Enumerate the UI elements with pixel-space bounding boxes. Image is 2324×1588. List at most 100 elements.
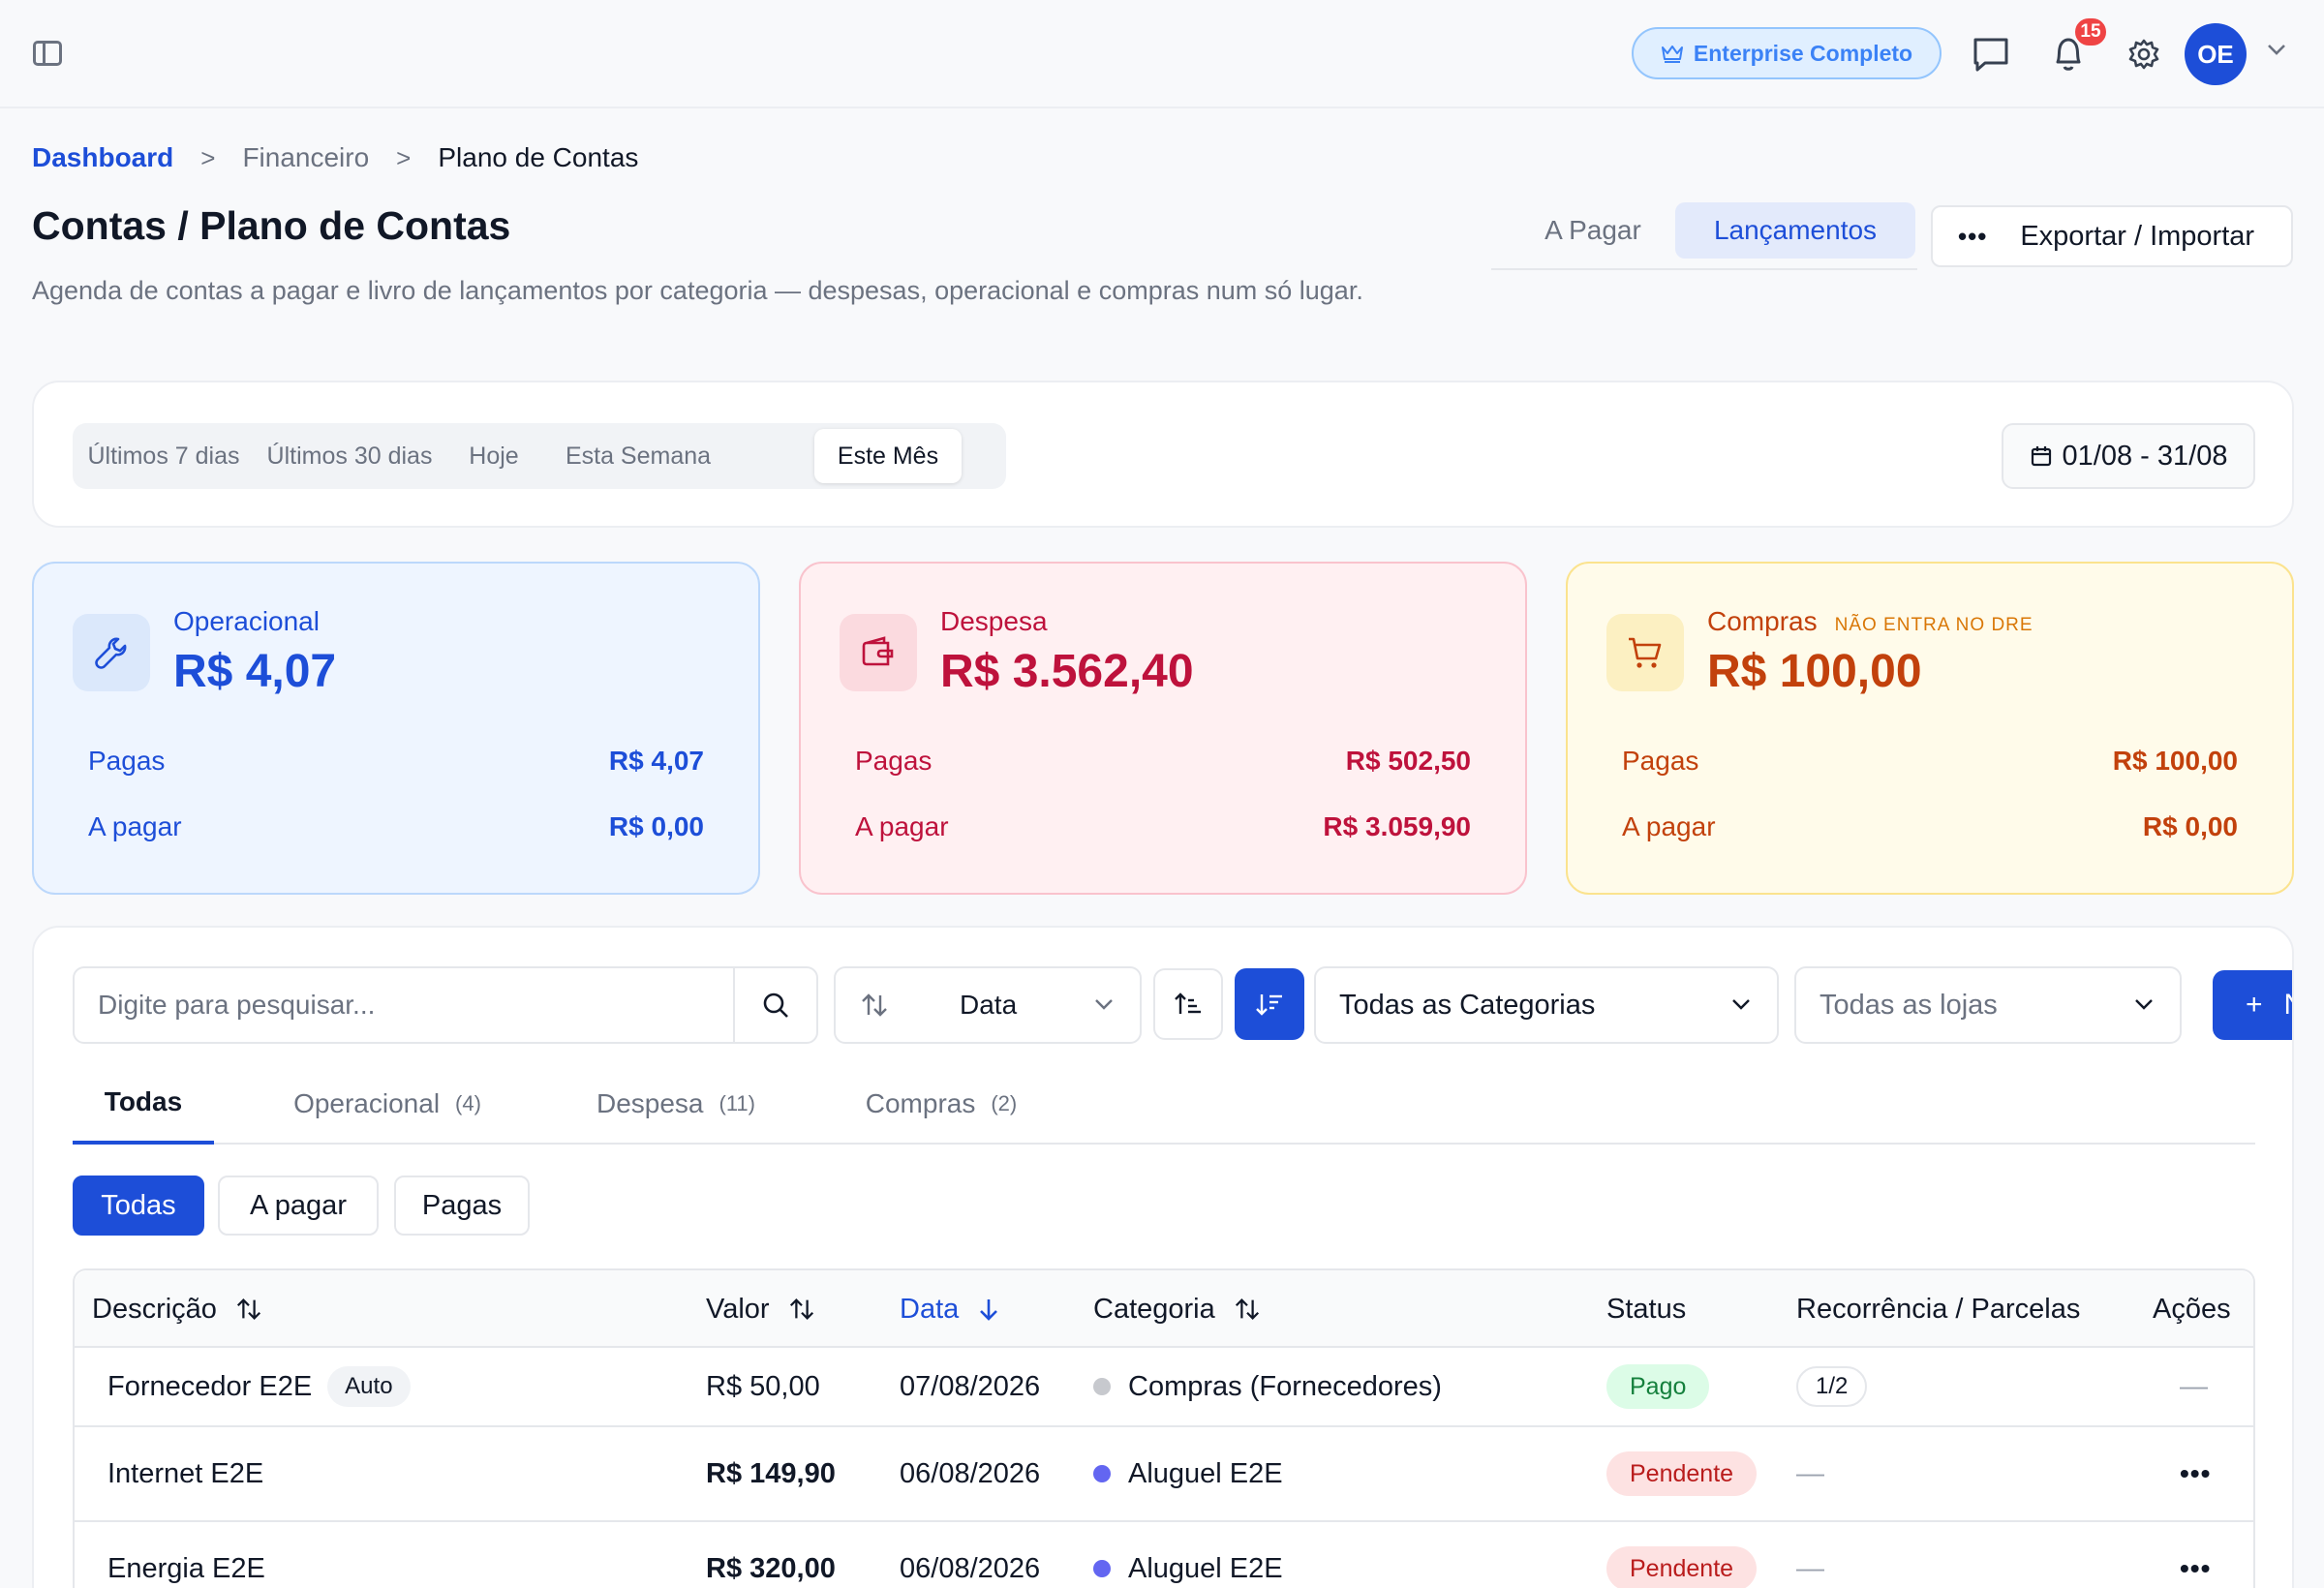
category-dot-icon (1093, 1378, 1111, 1395)
tab-todas[interactable]: Todas (73, 1063, 214, 1145)
breadcrumb-dashboard-link[interactable]: Dashboard (32, 142, 173, 173)
category-select-value: Todas as Categorias (1339, 989, 1596, 1021)
plan-label: Enterprise Completo (1693, 40, 1913, 66)
tab-compras-count: (2) (991, 1091, 1018, 1115)
plus-icon: + (2246, 989, 2263, 1021)
sort-descending-icon (1256, 994, 1282, 1016)
period-today[interactable]: Hoje (450, 429, 537, 483)
tab-compras[interactable]: Compras (2) (830, 1063, 1053, 1145)
gear-icon[interactable] (2123, 33, 2165, 76)
search-box (73, 966, 818, 1044)
notification-count-badge: 15 (2072, 15, 2109, 48)
plan-badge[interactable]: Enterprise Completo (1632, 27, 1942, 79)
despesa-label: Despesa (940, 606, 1048, 636)
period-filter-card: Últimos 7 dias Últimos 30 dias Hoje Esta… (32, 381, 2294, 528)
row-status-cell: Pago (1606, 1348, 1710, 1425)
chevron-down-icon (1732, 999, 1750, 1010)
operacional-label: Operacional (173, 606, 320, 636)
breadcrumb-current: Plano de Contas (438, 142, 639, 172)
page-description: Agenda de contas a pagar e livro de lanç… (32, 276, 1363, 305)
messages-icon[interactable] (1970, 33, 2012, 76)
compras-due-label: A pagar (1622, 811, 1716, 841)
tab-operacional-label: Operacional (293, 1088, 441, 1118)
breadcrumb-financeiro-link[interactable]: Financeiro (242, 142, 369, 173)
sidebar-toggle-icon[interactable] (33, 41, 62, 66)
despesa-paid-label: Pagas (855, 746, 933, 776)
search-button[interactable] (733, 968, 816, 1042)
wrench-icon (73, 614, 150, 691)
sort-ascending-icon (1175, 992, 1201, 1014)
top-bar: Enterprise Completo 15 OE (0, 0, 2324, 108)
sort-field-label: Data (960, 990, 1018, 1020)
calendar-icon (2031, 446, 2051, 467)
row-actions-none: — (2180, 1370, 2208, 1402)
summary-card-compras: Compras NÃO ENTRA NO DRE R$ 100,00 Pagas… (1566, 562, 2294, 895)
period-this-week[interactable]: Esta Semana (543, 429, 733, 483)
row-category: Compras (Fornecedores) (1128, 1370, 1442, 1402)
store-select-value: Todas as lojas (1819, 989, 1998, 1021)
period-last-7-days[interactable]: Últimos 7 dias (78, 429, 249, 483)
column-descricao-label: Descrição (92, 1293, 217, 1325)
row-actions-menu-icon[interactable]: ••• (2180, 1522, 2211, 1588)
status-chip-a-pagar[interactable]: A pagar (218, 1176, 379, 1236)
tab-operacional[interactable]: Operacional (4) (266, 1063, 508, 1145)
sort-field-select[interactable]: Data (834, 966, 1142, 1044)
despesa-due-label: A pagar (855, 811, 949, 841)
operacional-total: R$ 4,07 (173, 646, 337, 697)
tab-lancamentos[interactable]: Lançamentos (1675, 202, 1915, 259)
column-acoes: Ações (2153, 1293, 2231, 1325)
column-data[interactable]: Data (900, 1270, 1001, 1348)
search-icon (763, 992, 788, 1018)
tab-a-pagar[interactable]: A Pagar (1511, 202, 1675, 259)
period-this-month[interactable]: Este Mês (814, 429, 962, 483)
column-data-label: Data (900, 1293, 960, 1325)
chevron-down-icon (1095, 999, 1113, 1010)
row-actions-menu-icon[interactable]: ••• (2180, 1427, 2211, 1520)
category-select[interactable]: Todas as Categorias (1314, 966, 1779, 1044)
table-row[interactable]: Internet E2E R$ 149,90 06/08/2026 Alugue… (75, 1427, 2253, 1522)
tab-despesa[interactable]: Despesa (11) (565, 1063, 787, 1145)
category-dot-icon (1093, 1560, 1111, 1577)
export-import-button[interactable]: ••• Exportar / Importar (1931, 205, 2293, 267)
row-recurrence-cell: 1/2 (1796, 1348, 1868, 1425)
despesa-due-amount: R$ 3.059,90 (1323, 811, 1471, 841)
column-descricao[interactable]: Descrição (92, 1270, 263, 1348)
status-chip-pagas[interactable]: Pagas (394, 1176, 530, 1236)
sort-arrows-icon (236, 1298, 260, 1320)
export-import-label: Exportar / Importar (2020, 220, 2255, 252)
compras-due-amount: R$ 0,00 (2142, 811, 2238, 841)
search-input[interactable] (75, 968, 733, 1042)
operacional-due-label: A pagar (88, 811, 182, 841)
compras-paid-amount: R$ 100,00 (2112, 746, 2238, 776)
sort-descending-button[interactable] (1235, 968, 1304, 1040)
date-range-picker[interactable]: 01/08 - 31/08 (2002, 423, 2255, 489)
shopping-cart-icon (1606, 614, 1684, 691)
avatar[interactable]: OE (2185, 23, 2247, 85)
row-status-cell: Pendente (1606, 1427, 1758, 1520)
breadcrumb-separator-icon: > (396, 142, 412, 172)
chevron-down-icon[interactable] (2266, 43, 2287, 56)
column-categoria[interactable]: Categoria (1093, 1270, 1262, 1348)
compras-paid-row: Pagas R$ 100,00 (1622, 746, 2238, 777)
sort-arrows-icon (862, 993, 887, 1017)
row-description-cell: Fornecedor E2E Auto (107, 1348, 411, 1425)
new-entry-button[interactable]: + N (2213, 970, 2292, 1040)
row-status-cell: Pendente (1606, 1522, 1758, 1588)
column-status: Status (1606, 1293, 1687, 1325)
column-valor[interactable]: Valor (706, 1270, 816, 1348)
arrow-down-icon (980, 1299, 998, 1321)
store-select[interactable]: Todas as lojas (1794, 966, 2182, 1044)
more-icon: ••• (1958, 221, 1988, 251)
table-row[interactable]: Fornecedor E2E Auto R$ 50,00 07/08/2026 … (75, 1348, 2253, 1427)
new-entry-label: N (2284, 989, 2292, 1022)
period-last-30-days[interactable]: Últimos 30 dias (255, 429, 444, 483)
status-badge: Pendente (1606, 1546, 1758, 1588)
row-description: Internet E2E (107, 1457, 264, 1489)
breadcrumb: Dashboard > Financeiro > Plano de Contas (32, 142, 638, 173)
table-row[interactable]: Energia E2E R$ 320,00 06/08/2026 Aluguel… (75, 1522, 2253, 1588)
sort-ascending-button[interactable] (1153, 968, 1223, 1040)
transactions-table: Descrição Valor Data Categoria Status Re… (73, 1268, 2255, 1588)
status-chip-todas[interactable]: Todas (73, 1176, 204, 1236)
despesa-total: R$ 3.562,40 (940, 646, 1194, 697)
row-value: R$ 320,00 (706, 1552, 836, 1584)
